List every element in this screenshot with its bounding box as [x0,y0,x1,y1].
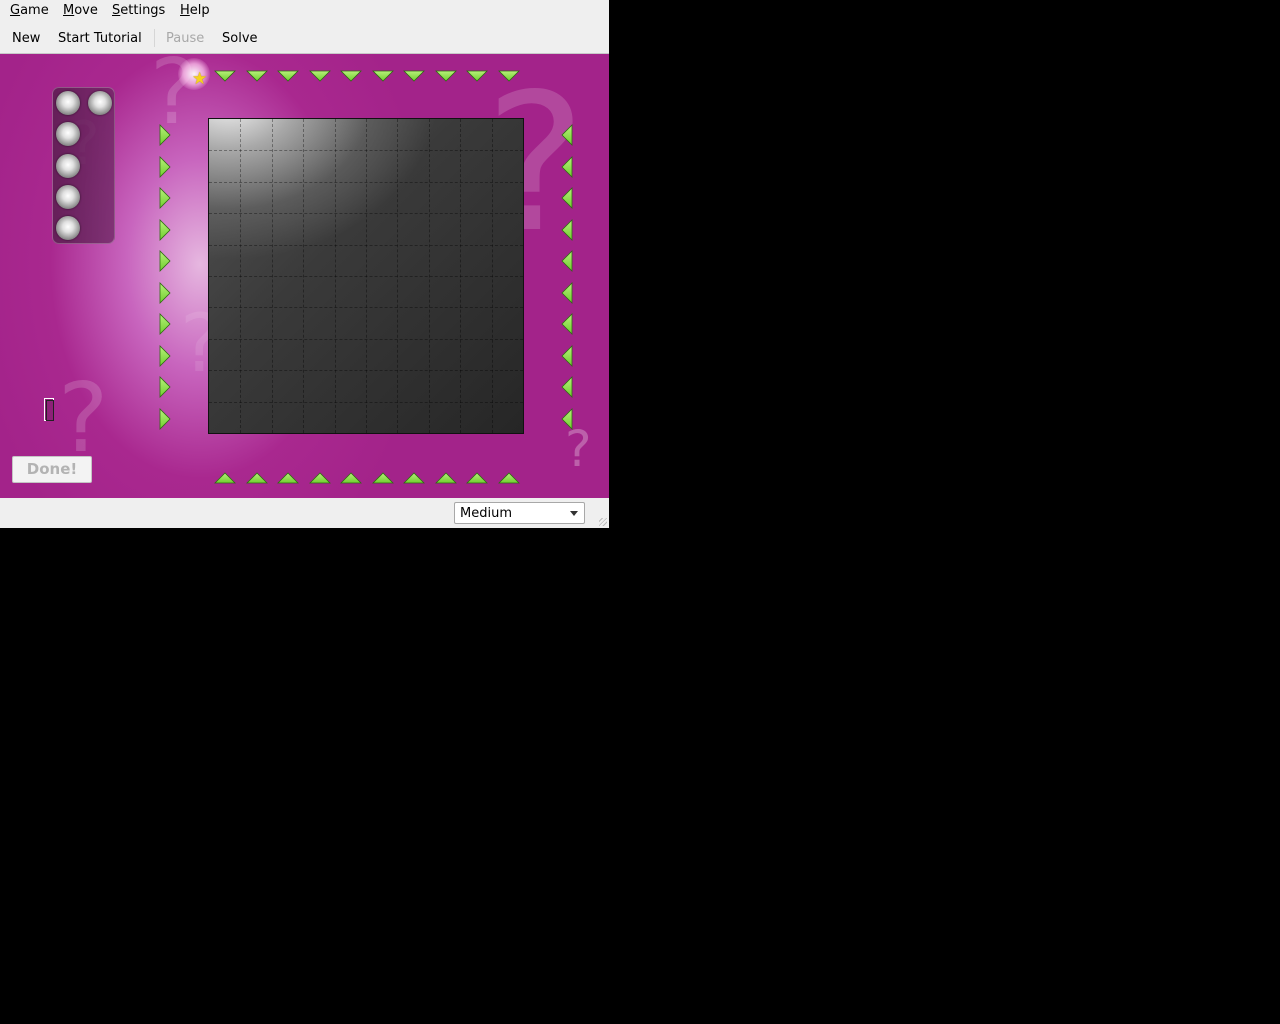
laser-arrow-down-icon[interactable] [245,69,268,83]
star-icon: ★ [192,69,208,89]
grid-line [209,401,523,403]
laser-arrow-right-icon[interactable] [158,407,172,430]
atom-ball[interactable] [56,91,80,115]
laser-arrow-down-icon[interactable] [308,69,331,83]
laser-arrow-right-icon[interactable] [158,281,172,304]
laser-arrow-up-icon[interactable] [277,471,299,485]
laser-arrow-up-icon[interactable] [371,471,394,485]
grid-line [491,119,493,433]
laser-arrow-right-icon[interactable] [158,124,172,146]
chevron-down-icon [570,511,578,516]
grid-line [428,119,430,433]
solve-button[interactable]: Solve [222,31,258,46]
laser-arrow-down-icon[interactable] [340,69,362,83]
laser-arrow-down-icon[interactable] [403,69,425,83]
laser-arrow-left-icon[interactable] [560,187,574,209]
laser-arrow-up-icon[interactable] [245,471,268,485]
laser-arrow-left-icon[interactable] [560,155,574,178]
done-button[interactable]: Done! [12,456,92,483]
difficulty-value: Medium [460,506,512,521]
laser-arrow-down-icon[interactable] [214,69,236,83]
atom-ball[interactable] [88,91,112,115]
grid-line [209,307,523,309]
pause-button[interactable]: Pause [166,31,204,46]
new-game-button[interactable]: New [12,31,40,46]
laser-arrow-down-icon[interactable] [466,69,488,83]
laser-arrow-down-icon[interactable] [497,69,520,83]
grid-line [397,119,399,433]
laser-arrow-up-icon[interactable] [308,471,331,485]
atom-tray [52,87,115,244]
laser-arrow-right-icon[interactable] [158,250,172,272]
laser-arrow-left-icon[interactable] [560,344,574,367]
laser-arrow-right-icon[interactable] [158,155,172,178]
black-box-board[interactable] [208,118,524,434]
start-tutorial-button[interactable]: Start Tutorial [58,31,142,46]
grid-line [209,276,523,277]
laser-arrow-left-icon[interactable] [560,313,574,335]
laser-arrow-left-icon[interactable] [560,407,574,430]
laser-arrow-right-icon[interactable] [158,376,172,398]
menu-help[interactable]: Help [180,3,210,18]
menu-settings[interactable]: Settings [112,3,165,18]
laser-arrow-down-icon[interactable] [277,69,299,83]
laser-arrow-left-icon[interactable] [560,281,574,304]
menu-game[interactable]: Game [10,3,49,18]
laser-arrow-right-icon[interactable] [158,218,172,241]
toolbar-separator [154,29,155,47]
laser-arrow-down-icon[interactable] [371,69,394,83]
laser-arrow-up-icon[interactable] [340,471,362,485]
blackbox-window: Game Move Settings Help New Start Tutori… [0,0,609,528]
statusbar: Medium [0,498,609,528]
laser-arrow-right-icon[interactable] [158,344,172,367]
atom-ball[interactable] [56,185,80,209]
laser-arrow-left-icon[interactable] [560,250,574,272]
decor-question-mark: ? [565,420,592,478]
laser-arrow-down-icon[interactable] [434,69,457,83]
laser-arrow-up-icon[interactable] [497,471,520,485]
grid-line [209,370,523,372]
resize-grip-icon[interactable] [599,518,607,526]
atom-ball[interactable] [56,122,80,146]
laser-arrow-up-icon[interactable] [434,471,457,485]
grid-line [209,338,523,340]
laser-arrow-right-icon[interactable] [158,187,172,209]
menubar: Game Move Settings Help [0,0,609,22]
game-area: ? ? ? ? ? ? ★ Done! [0,54,609,498]
atom-ball[interactable] [56,154,80,178]
laser-arrow-left-icon[interactable] [560,376,574,398]
cursor-indicator [44,398,54,421]
laser-arrow-up-icon[interactable] [466,471,488,485]
laser-arrow-up-icon[interactable] [214,471,236,485]
laser-arrow-right-icon[interactable] [158,313,172,335]
laser-arrow-up-icon[interactable] [403,471,425,485]
decor-question-mark: ? [58,364,109,474]
toolbar: New Start Tutorial Pause Solve [0,22,609,54]
atom-ball[interactable] [56,216,80,240]
grid-line [460,119,462,433]
laser-arrow-left-icon[interactable] [560,218,574,241]
menu-move[interactable]: Move [63,3,98,18]
difficulty-select[interactable]: Medium [454,502,585,524]
laser-arrow-left-icon[interactable] [560,124,574,146]
